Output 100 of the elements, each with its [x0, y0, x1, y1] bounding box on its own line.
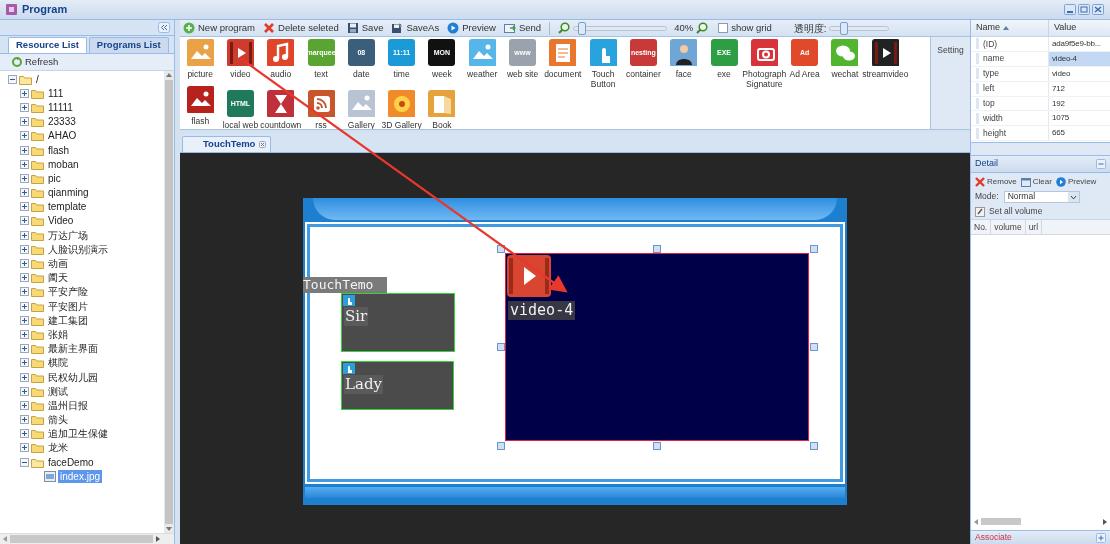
tree-item[interactable]: moban [46, 157, 81, 171]
expand-icon[interactable] [20, 145, 29, 155]
film-icon[interactable] [226, 39, 254, 66]
tree-item[interactable]: 平安产险 [46, 285, 90, 299]
tree-item[interactable]: flash [46, 143, 72, 157]
expand-icon[interactable] [20, 102, 29, 112]
resize-handle[interactable] [497, 245, 505, 253]
expand-icon[interactable] [20, 117, 29, 127]
scrollbar[interactable] [0, 533, 174, 544]
expand-icon[interactable] [20, 301, 29, 311]
column-header[interactable]: No. [971, 220, 992, 234]
zoom-in-icon[interactable] [696, 22, 709, 34]
tree-item[interactable]: 动画 [46, 257, 70, 271]
tree-item[interactable]: 龙米 [46, 441, 70, 455]
mode-dropdown[interactable]: Normal [1003, 190, 1080, 203]
close-icon[interactable] [1092, 4, 1104, 15]
toolbar-button[interactable]: Remove [975, 175, 1017, 188]
scroll-right-icon[interactable] [1103, 518, 1107, 525]
scroll-thumb[interactable] [10, 535, 153, 543]
tree-item[interactable]: 民权幼儿园 [46, 370, 100, 384]
expand-icon[interactable] [20, 429, 29, 439]
tree-item[interactable]: 建工集团 [46, 313, 90, 327]
zoom-out-icon[interactable] [558, 22, 571, 34]
expand-icon[interactable] [20, 88, 29, 98]
resize-handle[interactable] [810, 245, 818, 253]
expand-icon[interactable] [20, 216, 29, 226]
collapse-icon[interactable] [20, 457, 29, 467]
tree-item[interactable]: template [46, 200, 89, 214]
toolbar-button[interactable]: Send [503, 20, 542, 36]
tree-item[interactable]: 万达广场 [46, 228, 90, 242]
toolbar-button[interactable]: Preview [447, 20, 496, 36]
tree-item[interactable]: 测试 [46, 384, 70, 398]
toolbar-button[interactable]: SaveAs [391, 20, 440, 36]
tree-item[interactable]: qianming [46, 186, 91, 200]
tree-item[interactable]: 棋院 [46, 356, 70, 370]
expand-icon[interactable] [20, 159, 29, 169]
slider-thumb[interactable] [840, 21, 848, 35]
expand-icon[interactable] [20, 244, 29, 254]
property-value[interactable]: 665 [1049, 126, 1110, 141]
property-value[interactable]: 712 [1049, 81, 1110, 96]
expand-icon[interactable] [20, 173, 29, 183]
column-header[interactable]: url [1025, 220, 1043, 234]
tree-item[interactable]: 箭头 [46, 413, 70, 427]
scroll-right-icon[interactable] [156, 536, 160, 542]
hand-icon[interactable] [589, 39, 617, 66]
expand-icon[interactable] [1096, 532, 1106, 543]
column-header[interactable]: Name [971, 20, 1049, 36]
close-icon[interactable] [259, 141, 267, 148]
resize-handle[interactable] [810, 343, 818, 351]
resize-handle[interactable] [653, 245, 661, 253]
expand-icon[interactable] [20, 230, 29, 240]
tree-item[interactable]: 23333 [46, 115, 78, 129]
expand-icon[interactable] [20, 358, 29, 368]
property-value[interactable]: 192 [1049, 96, 1110, 111]
property-value[interactable]: ada9f5e9-bb... [1049, 37, 1110, 51]
touch-button-element[interactable]: Sir [341, 293, 455, 352]
column-header[interactable]: Value [1049, 20, 1110, 36]
expand-icon[interactable] [20, 329, 29, 339]
tree-item[interactable]: 张娟 [46, 327, 70, 341]
image-icon[interactable] [186, 86, 214, 113]
scroll-left-icon[interactable] [974, 518, 978, 525]
expand-icon[interactable] [20, 443, 29, 453]
expand-icon[interactable] [20, 202, 29, 212]
tree-item[interactable]: 追加卫生保健 [46, 427, 110, 441]
toolbar-button[interactable]: Delete seleted [263, 20, 339, 36]
panel-tab[interactable]: Programs List [88, 37, 169, 53]
expand-icon[interactable] [20, 315, 29, 325]
tree-item[interactable]: 人脸识别演示 [46, 242, 110, 256]
resize-handle[interactable] [497, 442, 505, 450]
tree-item[interactable]: 最新主界面 [46, 342, 100, 356]
film-icon[interactable] [871, 39, 899, 66]
set-volume-button[interactable]: Set all volume [975, 205, 1106, 218]
expand-icon[interactable] [20, 188, 29, 198]
expand-icon[interactable] [20, 372, 29, 382]
expand-icon[interactable] [20, 386, 29, 396]
property-value[interactable]: 1075 [1049, 111, 1110, 126]
tree-item[interactable]: 11111 [46, 100, 75, 114]
show-grid-checkbox[interactable]: show grid [718, 20, 772, 36]
column-header[interactable]: volume [991, 220, 1026, 234]
tree-item[interactable]: 阖天 [46, 271, 70, 285]
property-value[interactable]: video [1049, 66, 1110, 81]
collapse-icon[interactable] [8, 74, 17, 84]
scroll-thumb[interactable] [981, 518, 1021, 525]
hourglass-icon[interactable] [267, 90, 295, 117]
toolbar-button[interactable]: Clear [1020, 175, 1052, 188]
flower-icon[interactable] [388, 90, 416, 117]
feed-icon[interactable] [307, 90, 335, 117]
expand-icon[interactable] [20, 259, 29, 269]
toolbar-button[interactable]: Preview [1055, 175, 1097, 188]
video-element[interactable]: video-4 [505, 253, 809, 441]
slider-thumb[interactable] [578, 21, 587, 35]
scroll-thumb[interactable] [165, 80, 173, 524]
tree-item[interactable]: 111 [46, 86, 66, 100]
tree-item[interactable]: 平安图片 [46, 299, 90, 313]
resize-handle[interactable] [497, 343, 505, 351]
collapse-icon[interactable] [158, 22, 170, 33]
camera-icon[interactable] [750, 39, 778, 66]
touch-button-element[interactable]: Lady [341, 361, 454, 410]
tree-item[interactable]: Video [46, 214, 76, 228]
chat-icon[interactable] [831, 39, 859, 66]
